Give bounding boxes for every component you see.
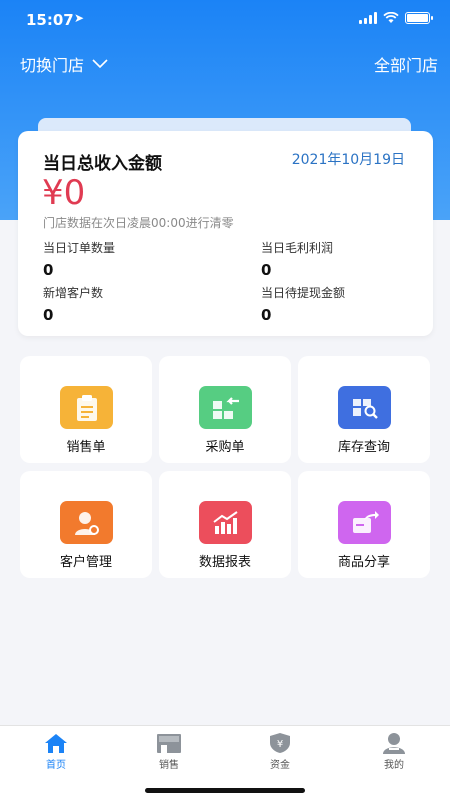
share-icon bbox=[338, 501, 391, 544]
stat-value: 0 bbox=[261, 306, 272, 324]
wifi-icon bbox=[383, 12, 399, 23]
summary-amount: ¥0 bbox=[42, 173, 86, 213]
tile-sales-order[interactable]: 销售单 bbox=[20, 356, 152, 463]
stat-value: 0 bbox=[261, 261, 272, 279]
status-time: 15:07 bbox=[26, 11, 74, 29]
stat-label: 当日订单数量 bbox=[43, 241, 116, 255]
battery-icon bbox=[405, 12, 433, 24]
stat-value: 0 bbox=[43, 306, 54, 324]
chevron-down-icon bbox=[92, 59, 108, 69]
tile-inventory-search[interactable]: 库存查询 bbox=[298, 356, 430, 463]
tile-label: 销售单 bbox=[66, 440, 106, 455]
profile-icon bbox=[383, 733, 405, 754]
summary-title: 当日总收入金额 bbox=[43, 154, 162, 174]
stat-pending-withdrawal: 当日待提现金额 0 bbox=[261, 284, 345, 324]
stat-gross-profit: 当日毛利利润 0 bbox=[261, 239, 333, 279]
tile-label: 数据报表 bbox=[198, 555, 251, 570]
inventory-search-icon bbox=[338, 386, 391, 429]
status-bar: 15:07 ➤ bbox=[0, 0, 450, 40]
tile-label: 采购单 bbox=[205, 440, 245, 455]
clipboard-icon bbox=[60, 386, 113, 429]
tile-customer-management[interactable]: 客户管理 bbox=[20, 471, 152, 578]
stat-value: 0 bbox=[43, 261, 54, 279]
tab-label: 首页 bbox=[46, 760, 66, 771]
purchase-icon bbox=[199, 386, 252, 429]
tile-label: 库存查询 bbox=[337, 440, 390, 455]
daily-summary-card: 当日总收入金额 2021年10月19日 ¥0 门店数据在次日凌晨00:00进行清… bbox=[18, 131, 433, 336]
tab-label: 资金 bbox=[270, 760, 290, 771]
home-indicator bbox=[145, 788, 305, 793]
store-icon bbox=[157, 734, 181, 753]
tab-home[interactable]: 首页 bbox=[26, 732, 86, 771]
stat-new-customers: 新增客户数 0 bbox=[43, 284, 103, 324]
stat-label: 新增客户数 bbox=[43, 286, 104, 300]
tab-label: 销售 bbox=[159, 760, 179, 771]
tab-sales[interactable]: 销售 bbox=[139, 732, 199, 771]
signal-icon bbox=[359, 12, 377, 24]
funds-shield-icon: ¥ bbox=[270, 733, 290, 753]
summary-note: 门店数据在次日凌晨00:00进行清零 bbox=[43, 216, 234, 230]
switch-store-label: 切换门店 bbox=[20, 56, 85, 75]
switch-store-button[interactable]: 切换门店 bbox=[20, 52, 108, 76]
stat-label: 当日毛利利润 bbox=[261, 241, 334, 255]
tab-profile[interactable]: 我的 bbox=[364, 732, 424, 771]
svg-text:¥: ¥ bbox=[277, 739, 283, 750]
tile-label: 商品分享 bbox=[337, 555, 390, 570]
stat-orders: 当日订单数量 0 bbox=[43, 239, 115, 279]
tile-product-share[interactable]: 商品分享 bbox=[298, 471, 430, 578]
all-stores-button[interactable]: 全部门店 bbox=[374, 52, 438, 76]
tile-data-report[interactable]: 数据报表 bbox=[159, 471, 291, 578]
tile-label: 客户管理 bbox=[59, 555, 112, 570]
location-arrow-icon: ➤ bbox=[74, 11, 85, 25]
tile-purchase-order[interactable]: 采购单 bbox=[159, 356, 291, 463]
stat-label: 当日待提现金额 bbox=[261, 286, 346, 300]
tab-funds[interactable]: ¥ 资金 bbox=[250, 732, 310, 771]
customer-icon bbox=[60, 501, 113, 544]
chart-icon bbox=[199, 501, 252, 544]
tab-label: 我的 bbox=[384, 760, 404, 771]
summary-date: 2021年10月19日 bbox=[291, 152, 405, 168]
home-icon bbox=[45, 734, 67, 753]
status-icons bbox=[359, 12, 433, 24]
